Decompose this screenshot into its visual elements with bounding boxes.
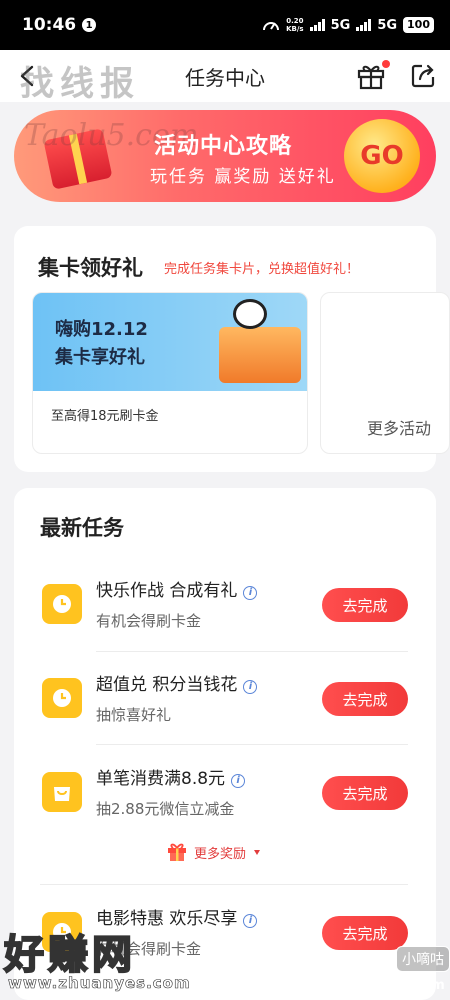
- info-icon[interactable]: i: [231, 774, 246, 788]
- share-icon[interactable]: [410, 63, 436, 89]
- notification-badge: 1: [82, 18, 97, 32]
- divider: [40, 884, 408, 885]
- complete-task-button[interactable]: 去完成: [322, 916, 408, 950]
- clock-icon: [42, 584, 82, 624]
- task-name: 快乐作战 合成有礼 i: [96, 576, 258, 601]
- watermark-top: 找线报: [20, 64, 140, 104]
- activity-guide-banner[interactable]: Taolu5.com 活动中心攻略 玩任务 赢奖励 送好礼 GO: [14, 110, 436, 202]
- task-desc: 抽2.88元微信立减金: [96, 800, 235, 818]
- section-title: 最新任务: [40, 516, 124, 540]
- watermark-xdglt: xdglt.com: [372, 978, 445, 993]
- info-icon[interactable]: i: [243, 586, 258, 600]
- task-item: 单笔消费满8.8元 i 抽2.88元微信立减金 去完成: [40, 746, 408, 840]
- promo-caption: 至高得18元刷卡金: [51, 409, 159, 424]
- promo-card[interactable]: 嗨购12.12 集卡享好礼 至高得18元刷卡金: [32, 292, 308, 454]
- page-title: 任务中心: [185, 65, 265, 90]
- collect-cards-section: 集卡领好礼 完成任务集卡片，兑换超值好礼！ 嗨购12.12 集卡享好礼 至高得1…: [14, 226, 450, 472]
- more-rewards-button[interactable]: 更多奖励: [162, 838, 272, 866]
- battery-icon: 100: [403, 17, 434, 33]
- network-type-1: 5G: [330, 17, 351, 33]
- more-activities-label: 更多活动: [367, 419, 432, 438]
- signal-icon: [356, 19, 372, 31]
- gift-icon[interactable]: [356, 62, 386, 90]
- gift-notification-dot: [382, 60, 390, 68]
- panda-icon: [233, 299, 267, 329]
- promo-image: 嗨购12.12 集卡享好礼: [33, 293, 307, 391]
- signal-icon: [309, 19, 325, 31]
- banner-subtitle: 玩任务 赢奖励 送好礼: [150, 167, 336, 187]
- status-indicators: 0.20 KB/s 5G 5G 100: [262, 17, 434, 33]
- task-name-text: 快乐作战 合成有礼: [96, 581, 238, 601]
- divider: [96, 744, 408, 745]
- promo-gift-box-image: [219, 327, 301, 383]
- speed-unit: KB/s: [286, 25, 304, 33]
- arrow-icon: [254, 850, 261, 855]
- complete-task-button[interactable]: 去完成: [322, 588, 408, 622]
- section-subtitle: 完成任务集卡片，兑换超值好礼！: [164, 262, 360, 277]
- task-name: 单笔消费满8.8元 i: [96, 764, 246, 789]
- task-name-text: 单笔消费满8.8元: [96, 769, 226, 789]
- complete-task-button[interactable]: 去完成: [322, 682, 408, 716]
- go-button[interactable]: GO: [344, 119, 420, 193]
- clock-icon: [42, 678, 82, 718]
- watermark-xiaodigu: 小嘀咕: [396, 946, 450, 972]
- info-icon[interactable]: i: [243, 680, 258, 694]
- complete-task-button[interactable]: 去完成: [322, 776, 408, 810]
- task-name: 超值兑 积分当钱花 i: [96, 670, 258, 695]
- more-rewards-label: 更多奖励: [194, 846, 247, 862]
- shopping-bag-icon: [42, 772, 82, 812]
- watermark-url: www.zhuanyes.com: [8, 974, 191, 993]
- task-name-text: 超值兑 积分当钱花: [96, 675, 238, 695]
- task-desc: 抽惊喜好礼: [96, 706, 172, 724]
- speedometer-icon: [263, 22, 280, 31]
- network-type-2: 5G: [377, 17, 398, 33]
- gift-icon: [168, 843, 186, 861]
- promo-line1: 嗨购12.12: [55, 319, 148, 340]
- watermark-brand: 好赚网: [3, 931, 136, 979]
- task-desc: 有机会得刷卡金: [96, 612, 202, 630]
- task-item: 快乐作战 合成有礼 i 有机会得刷卡金 去完成: [40, 558, 408, 652]
- more-activities-card[interactable]: 更多活动: [320, 292, 450, 454]
- section-title: 集卡领好礼: [38, 256, 143, 280]
- info-icon[interactable]: i: [243, 914, 258, 928]
- speed-value: 0.20: [286, 17, 304, 25]
- network-speed: 0.20 KB/s: [286, 17, 303, 33]
- task-item: 超值兑 积分当钱花 i 抽惊喜好礼 去完成: [40, 652, 408, 746]
- banner-title: 活动中心攻略: [154, 134, 293, 159]
- promo-line2: 集卡享好礼: [55, 347, 145, 368]
- status-time: 10:46: [22, 15, 77, 35]
- status-bar: 10:46 1 0.20 KB/s 5G 5G 100: [0, 0, 450, 50]
